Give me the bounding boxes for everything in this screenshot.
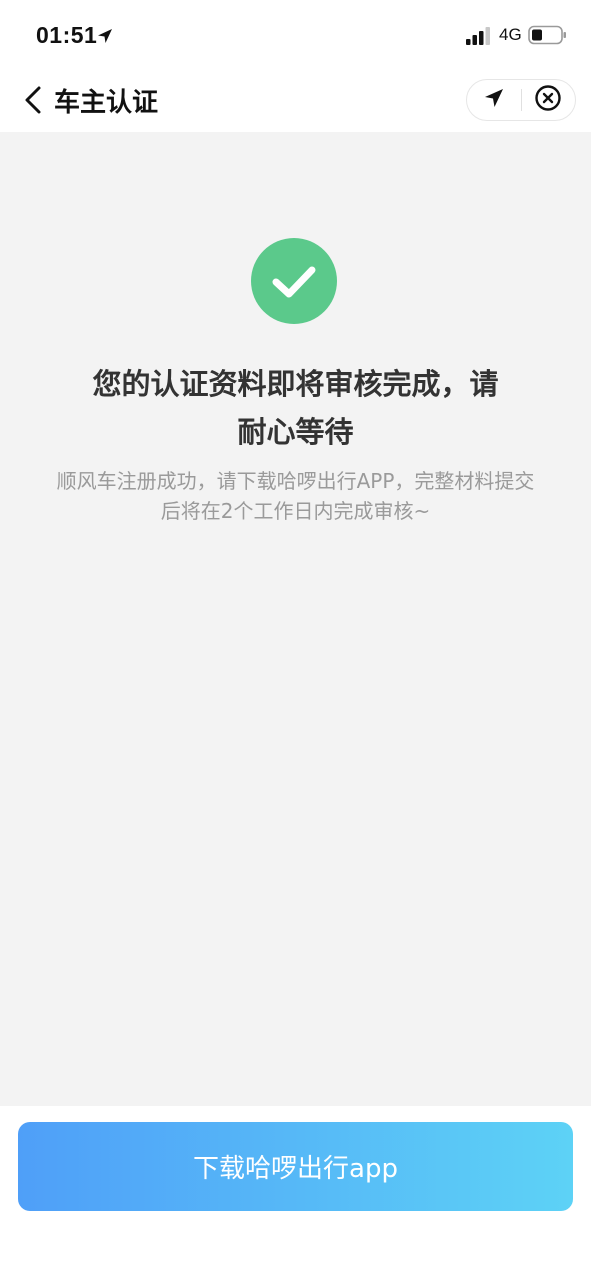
status-time: 01:51 [36, 22, 98, 48]
signal-icon [466, 27, 492, 45]
status-description: 顺风车注册成功，请下载哈啰出行APP，完整材料提交 后将在2个工作日内完成审核~ [34, 466, 557, 526]
battery-icon [528, 25, 568, 45]
mini-program-capsule [466, 79, 576, 121]
nav-bar: 车主认证 [0, 70, 591, 132]
download-app-button[interactable]: 下载哈啰出行app [18, 1122, 573, 1211]
close-circle-icon [534, 84, 562, 116]
page-title: 车主认证 [54, 87, 159, 118]
status-bar: 01:51 4G [0, 0, 591, 70]
back-button[interactable]: 车主认证 [20, 78, 158, 122]
location-arrow-icon [483, 87, 505, 113]
location-arrow-icon [96, 27, 114, 45]
description-line-1: 顺风车注册成功，请下载哈啰出行APP，完整材料提交 [56, 469, 535, 493]
status-headline: 您的认证资料即将审核完成，请 耐心等待 [60, 360, 531, 456]
bottom-action-area: 下载哈啰出行app [0, 1106, 591, 1280]
chevron-left-icon [20, 85, 46, 115]
location-button[interactable] [467, 80, 521, 120]
check-circle-icon [251, 238, 337, 324]
network-type: 4G [499, 25, 522, 44]
description-line-2: 后将在2个工作日内完成审核~ [160, 499, 431, 523]
headline-line-2: 耐心等待 [237, 415, 354, 449]
close-button[interactable] [521, 80, 575, 120]
headline-line-1: 您的认证资料即将审核完成，请 [92, 367, 499, 401]
main-content: 您的认证资料即将审核完成，请 耐心等待 顺风车注册成功，请下载哈啰出行APP，完… [0, 132, 591, 1106]
